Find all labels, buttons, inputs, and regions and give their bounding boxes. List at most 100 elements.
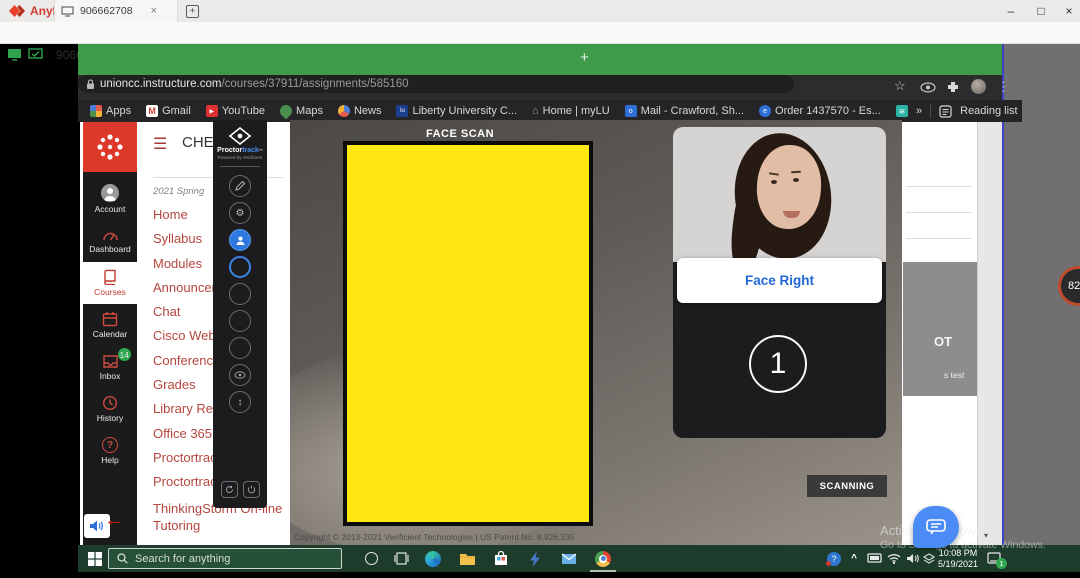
anydesk-taskbar-button[interactable]	[524, 545, 546, 572]
sidebar-item-history[interactable]: History	[83, 388, 137, 430]
guide-photo	[673, 127, 886, 262]
powered-by-label: Powered by Verificient	[218, 155, 263, 160]
bookmark-order[interactable]: eOrder 1437570 - Es...	[759, 105, 881, 117]
file-explorer-button[interactable]	[456, 545, 478, 572]
scanning-status: SCANNING	[807, 475, 887, 497]
bookmark-liberty[interactable]: luLiberty University C...	[396, 105, 517, 117]
bookmarks-overflow-icon[interactable]: »	[916, 105, 922, 117]
sidebar-item-calendar[interactable]: Calendar	[83, 304, 137, 346]
account-avatar-icon	[101, 184, 119, 202]
connection-screen-icon[interactable]	[28, 48, 43, 61]
course-term: 2021 Spring	[153, 186, 204, 197]
url-path: /courses/37911/assignments/585160	[221, 78, 408, 90]
bookmark-mylu[interactable]: ⌂Home | myLU	[532, 105, 610, 117]
task-view-icon	[394, 552, 409, 565]
sidebar-item-dashboard[interactable]: Dashboard	[83, 220, 137, 262]
address-bar[interactable]: unioncc.instructure.com/courses/37911/as…	[78, 75, 794, 93]
proctortrack-logo-icon	[229, 127, 251, 145]
anydesk-session-tab[interactable]: 906662708 ×	[54, 0, 178, 22]
pt-step-resize-icon[interactable]: ↕	[229, 391, 251, 413]
anydesk-window: AnyDesk 906662708 × + – □ × 906662708 ☆ …	[0, 0, 1080, 578]
bookmark-youtube[interactable]: ▶YouTube	[206, 105, 265, 117]
close-button[interactable]: ×	[1058, 2, 1080, 20]
reading-list-icon[interactable]	[939, 105, 952, 118]
pt-step-identity-icon[interactable]	[229, 229, 251, 251]
pt-restart-icon[interactable]	[221, 481, 238, 498]
edge-button[interactable]	[422, 545, 444, 572]
sidebar-item-inbox[interactable]: Inbox 14	[83, 346, 137, 388]
task-view-button[interactable]	[390, 545, 412, 572]
bookmark-gmail[interactable]: MGmail	[146, 105, 191, 117]
page-caption-fragment: s test	[944, 370, 964, 380]
sidebar-item-account[interactable]: Account	[83, 178, 137, 220]
facescan-title: FACE SCAN	[405, 128, 515, 140]
maximize-button[interactable]: □	[1030, 2, 1052, 20]
pt-step-monitor-eye-icon[interactable]	[229, 364, 251, 386]
reading-list-label[interactable]: Reading list	[960, 105, 1017, 117]
pt-step-settings-icon[interactable]: ⚙	[229, 202, 251, 224]
active-app-indicator	[590, 570, 616, 572]
extension-eye-icon[interactable]	[920, 82, 936, 93]
chat-widget-button[interactable]	[913, 506, 959, 548]
pt-step-facescan-icon[interactable]	[229, 256, 251, 278]
profile-avatar[interactable]	[971, 79, 986, 94]
countdown-number: 1	[749, 335, 807, 393]
tray-help-button[interactable]: ?	[824, 545, 844, 572]
browser-menu-icon[interactable]: ⋮	[997, 79, 1010, 95]
pt-step-6-icon[interactable]	[229, 337, 251, 359]
mail-button[interactable]	[558, 545, 580, 572]
sidebar-divider	[220, 166, 260, 167]
bookmarks-overflow-cluster: » Reading list	[912, 100, 1022, 122]
pt-step-edit-icon[interactable]	[229, 175, 251, 197]
inbox-tray-icon	[102, 354, 119, 369]
pt-power-icon[interactable]	[243, 481, 260, 498]
extensions-puzzle-icon[interactable]	[946, 80, 960, 94]
course-menu-toggle-icon[interactable]: ☰	[153, 134, 167, 154]
gmail-icon: M	[146, 105, 158, 117]
bookmark-star-icon[interactable]: ☆	[894, 78, 906, 94]
session-tab-close-icon[interactable]: ×	[151, 5, 157, 17]
page-scrollbar[interactable]	[977, 122, 1002, 545]
collapse-menu-arrow-icon[interactable]: ←	[104, 509, 124, 532]
minimize-button[interactable]: –	[1000, 2, 1022, 20]
remote-screen-icon[interactable]	[7, 48, 22, 61]
pt-step-4-icon[interactable]	[229, 283, 251, 305]
activate-windows-watermark-sub: Go to Settings to activate Windows.	[880, 539, 1046, 551]
page-divider	[906, 212, 972, 213]
bookmark-apps[interactable]: Apps	[90, 105, 131, 117]
bookmarks-bar: Apps MGmail ▶YouTube Maps News luLiberty…	[78, 100, 1002, 122]
chat-bubble-icon	[926, 519, 946, 535]
search-icon	[117, 553, 128, 564]
start-button[interactable]	[84, 545, 106, 572]
folder-icon	[459, 552, 476, 566]
pt-step-5-icon[interactable]	[229, 310, 251, 332]
store-bag-icon	[494, 551, 508, 566]
cortana-button[interactable]	[360, 545, 382, 572]
bookmark-mail-crawford[interactable]: oMail - Crawford, Sh...	[625, 105, 744, 117]
page-screenshot-panel	[903, 262, 977, 396]
calendar-icon	[102, 311, 118, 327]
taskbar-clock[interactable]: 10:08 PM 5/19/2021	[934, 548, 982, 571]
taskbar-search-input[interactable]: Search for anything	[108, 548, 342, 569]
instruction-box: Face Right	[677, 258, 882, 303]
sidebar-item-courses[interactable]: Courses	[83, 262, 137, 304]
page-heading-fragment: OT	[934, 334, 952, 349]
tray-expand-icon[interactable]: ^	[846, 545, 862, 572]
news-icon	[338, 105, 350, 117]
divider	[930, 104, 931, 118]
bookmark-maps[interactable]: Maps	[280, 105, 323, 117]
anydesk-toolbar: 906662708 ☆ 1 ≡	[0, 22, 1080, 44]
windows-logo-icon	[88, 552, 102, 566]
instruction-label: Face Right	[745, 273, 814, 288]
canvas-logo[interactable]	[83, 122, 137, 172]
lock-icon	[86, 79, 95, 90]
new-session-tab-icon[interactable]: +	[186, 5, 199, 18]
youtube-icon: ▶	[206, 105, 218, 117]
inbox-unread-badge: 14	[118, 348, 131, 361]
bookmark-news[interactable]: News	[338, 105, 382, 117]
new-tab-icon[interactable]: +	[580, 49, 589, 66]
outlook-icon: o	[625, 105, 637, 117]
store-button[interactable]	[490, 545, 512, 572]
chrome-button[interactable]	[592, 545, 614, 572]
sidebar-item-help[interactable]: ? Help	[83, 430, 137, 472]
